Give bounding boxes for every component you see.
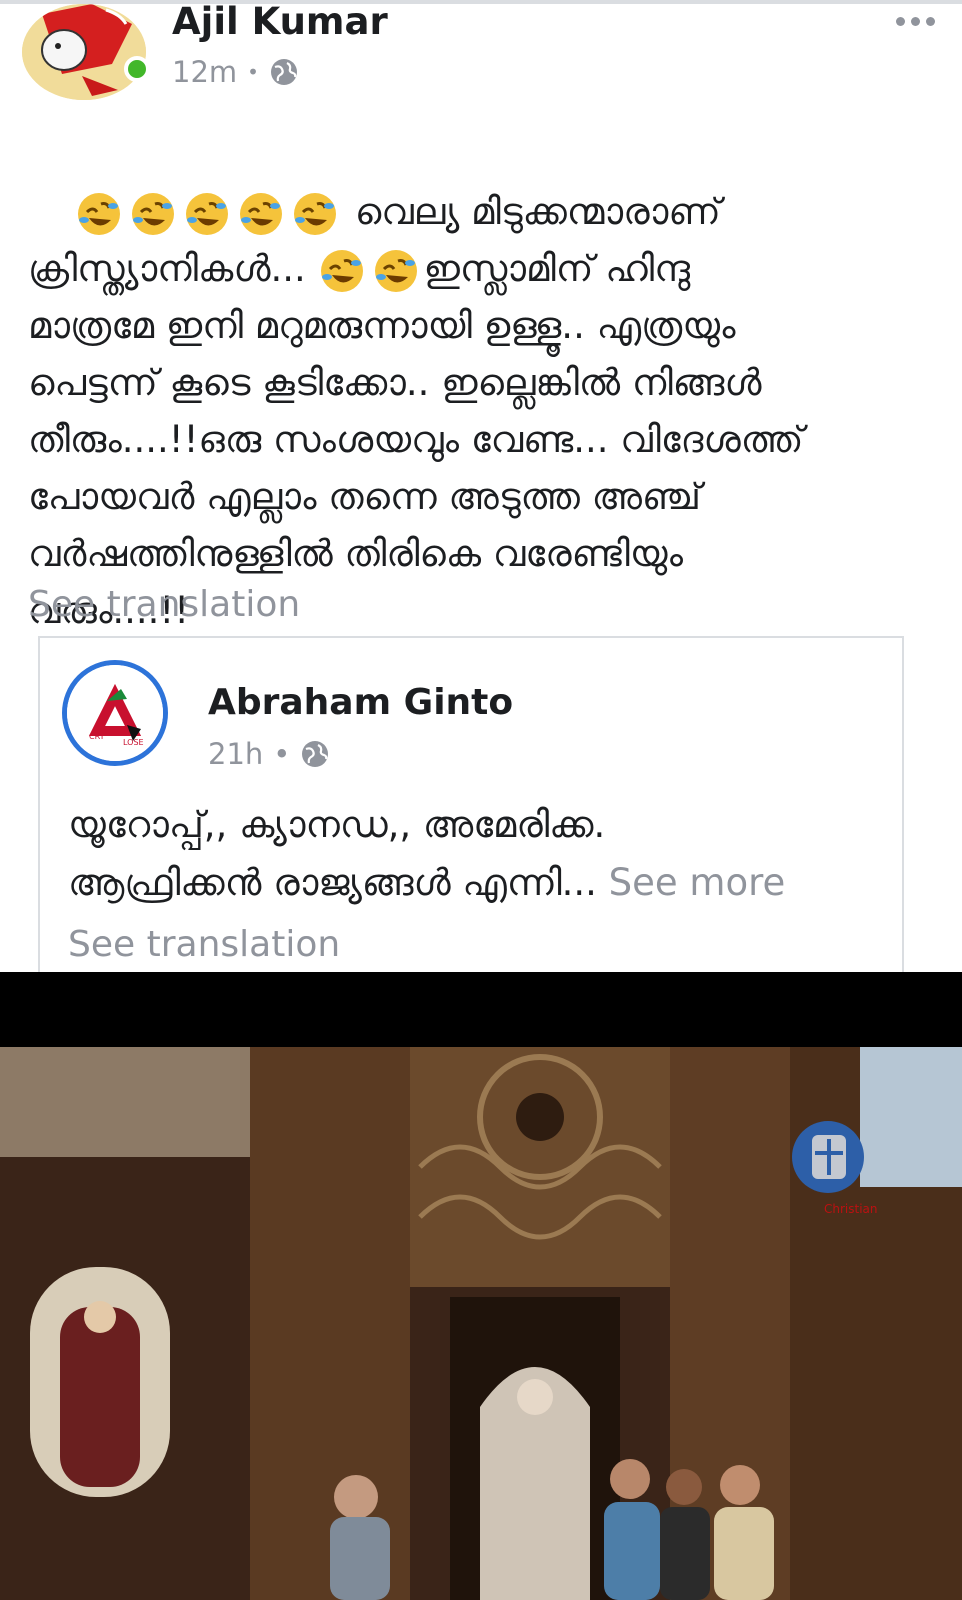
see-translation-link[interactable]: See translation	[28, 584, 300, 625]
laughing-emoji-group	[318, 247, 424, 295]
rolling-laughing-emoji-icon	[78, 192, 121, 235]
laughing-emoji-group	[75, 190, 343, 238]
globe-icon	[269, 57, 299, 87]
svg-text:LOSE: LOSE	[123, 738, 144, 747]
shared-author-avatar[interactable]: GOD CRY LOSE	[62, 660, 168, 766]
post-line-7: വർഷത്തിനുള്ളിൽ തിരികെ വരേണ്ടിയും	[28, 532, 684, 575]
post-line-5: തീരും....!!ഒരു സംശയവും വേണ്ട... വിദേശത്ത…	[28, 418, 804, 461]
rolling-laughing-emoji-icon	[294, 192, 337, 235]
shared-line-1: യൂറോപ്പ്,, ക്യാനഡ,, അമേരിക്ക.	[68, 803, 606, 846]
globe-icon	[300, 739, 330, 769]
online-status-indicator	[124, 56, 150, 82]
see-more-link[interactable]: See more	[609, 861, 786, 904]
watermark-label: Christian	[824, 1202, 878, 1216]
author-avatar[interactable]	[22, 4, 146, 100]
post-line-6: പോയവർ എല്ലാം തന്നെ അടുത്ത അഞ്ച്	[28, 475, 701, 518]
svg-text:GOD: GOD	[121, 684, 140, 693]
meta-separator: •	[247, 60, 259, 84]
post-line-4: പെട്ടന്ന് കൂടെ കൂടിക്കോ.. ഇല്ലെങ്കിൽ നിങ…	[28, 361, 762, 404]
post-author-name[interactable]: Ajil Kumar	[172, 0, 388, 44]
shared-post-meta: 21h •	[208, 734, 330, 774]
more-dots-icon[interactable]	[890, 6, 940, 36]
post-text: വെല്യ മിടുക്കന്മാരാണ് ക്രിസ്ത്യാനികൾ... …	[28, 126, 928, 639]
shared-author-name[interactable]: Abraham Ginto	[208, 682, 513, 723]
rolling-laughing-emoji-icon	[132, 192, 175, 235]
shared-post-time[interactable]: 21h	[208, 737, 263, 771]
post-line-2a: ക്രിസ്ത്യാനികൾ...	[28, 247, 306, 290]
post-line-3: മാത്രമേ ഇനി മറുമരുന്നായി ഉള്ളൂ.. എത്രയും	[28, 304, 736, 347]
post-meta: 12m •	[172, 52, 299, 92]
post-time[interactable]: 12m	[172, 55, 237, 89]
video-frame: Christian	[0, 1047, 962, 1600]
post-line-1: വെല്യ മിടുക്കന്മാരാണ്	[354, 190, 721, 233]
rolling-laughing-emoji-icon	[186, 192, 229, 235]
shared-see-translation-link[interactable]: See translation	[68, 924, 340, 965]
rolling-laughing-emoji-icon	[320, 249, 363, 292]
rolling-laughing-emoji-icon	[240, 192, 283, 235]
rolling-laughing-emoji-icon	[374, 249, 417, 292]
top-divider	[0, 0, 962, 4]
svg-text:CRY: CRY	[89, 732, 105, 741]
shared-line-2: ആഫ്രിക്കൻ രാജ്യങ്ങൾ എന്നി...	[68, 861, 597, 904]
meta-separator: •	[273, 737, 291, 771]
post-line-2b: ഇസ്ലാമിന് ഹിന്ദു	[423, 247, 690, 290]
shared-post-text: യൂറോപ്പ്,, ക്യാനഡ,, അമേരിക്ക. ആഫ്രിക്കൻ …	[68, 796, 898, 912]
video-player[interactable]: Christian	[0, 972, 962, 1600]
